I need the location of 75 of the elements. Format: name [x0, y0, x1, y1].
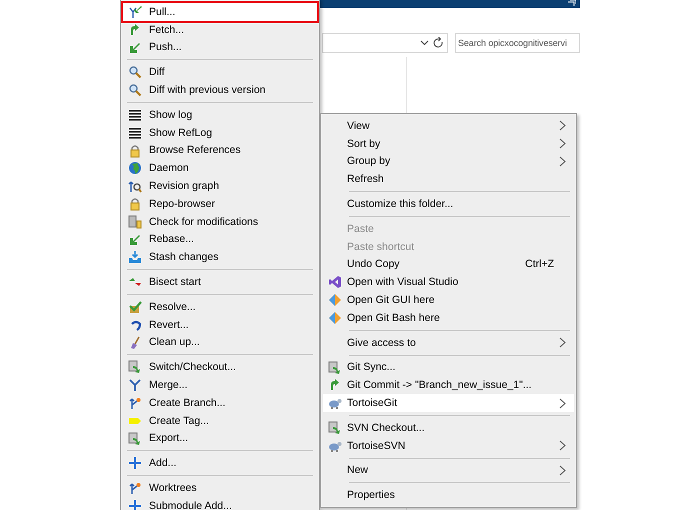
menu-item[interactable]: View — [323, 117, 574, 135]
menu-item[interactable]: Check for modifications — [123, 212, 317, 231]
menu-item[interactable]: Bisect start — [123, 273, 317, 291]
arrow-icon — [128, 232, 142, 247]
menu-item[interactable]: Give access to — [323, 334, 574, 352]
address-field[interactable] — [322, 33, 448, 53]
menu-item[interactable]: Worktrees — [123, 479, 317, 497]
menu-item[interactable]: Revision graph — [123, 177, 317, 195]
checkmark-icon — [128, 300, 142, 314]
lock-icon — [128, 196, 142, 211]
magnifier-icon — [128, 83, 142, 98]
menu-item[interactable]: Fetch... — [123, 20, 317, 39]
menu-item[interactable]: Show RefLog — [123, 124, 317, 142]
menu-item[interactable]: Pull... — [123, 3, 317, 21]
list-icon — [128, 108, 142, 122]
menu-item[interactable]: Create Branch... — [123, 394, 317, 412]
broom-icon — [128, 336, 142, 350]
menu-item[interactable]: Open Git GUI here — [323, 291, 574, 309]
menu-item[interactable]: Customize this folder... — [323, 195, 574, 213]
restore-icon[interactable] — [567, 0, 576, 6]
menu-item[interactable]: Diff with previous version — [123, 81, 317, 99]
plus-icon — [128, 498, 142, 510]
menu-item[interactable]: Resolve... — [123, 298, 317, 316]
chevron-down-icon[interactable] — [420, 40, 429, 46]
menu-item[interactable]: Show log — [123, 106, 317, 124]
diamond-icon — [328, 310, 342, 325]
menu-item[interactable]: Switch/Checkout... — [123, 358, 317, 376]
document-arrow-icon — [328, 360, 342, 375]
menu-item[interactable]: Open Git Bash here — [323, 308, 574, 327]
menu-item[interactable]: Git Commit -> "Branch_new_issue_1"... — [323, 376, 574, 394]
menu-item[interactable]: Revert... — [123, 316, 317, 334]
menu-item[interactable]: TortoiseGit — [323, 394, 574, 412]
list-icon — [128, 126, 142, 140]
menu-item[interactable]: Git Sync... — [323, 358, 574, 376]
menu-item[interactable]: Sort by — [323, 134, 574, 153]
menu-item[interactable]: Stash changes — [123, 248, 317, 266]
refresh-icon[interactable] — [433, 37, 444, 49]
magnifier-icon — [128, 65, 142, 80]
menu-item[interactable]: Open with Visual Studio — [323, 273, 574, 292]
menu-item[interactable]: Push... — [123, 38, 317, 56]
menu-item[interactable]: New — [323, 462, 574, 480]
menu-item[interactable]: Diff — [123, 63, 317, 82]
arrow-icon — [128, 5, 142, 19]
menu-item[interactable]: Repo-browser — [123, 194, 317, 213]
menu-item[interactable]: Refresh — [323, 170, 574, 188]
visual-studio-icon — [328, 275, 342, 290]
arrow-icon — [128, 40, 142, 55]
menu-item[interactable]: Browse References — [123, 142, 317, 160]
menu-item[interactable]: Group by — [323, 152, 574, 170]
merge-icon — [128, 378, 142, 392]
menu-item[interactable]: Properties — [323, 486, 574, 504]
menu-item[interactable]: Merge... — [123, 376, 317, 394]
menu-item[interactable]: Add... — [123, 454, 317, 472]
document-arrow-icon — [128, 360, 142, 374]
tray-icon — [128, 250, 142, 264]
branch-icon — [128, 481, 142, 496]
diamond-icon — [328, 293, 342, 308]
document-arrow-icon — [328, 420, 342, 435]
document-arrow-icon — [128, 432, 142, 446]
globe-icon — [128, 161, 142, 176]
branch-icon — [128, 396, 142, 410]
graph-icon — [128, 179, 142, 194]
lock-icon — [128, 144, 142, 158]
menu-item[interactable]: TortoiseSVN — [323, 436, 574, 455]
plus-icon — [128, 456, 142, 470]
menu-item[interactable]: Export... — [123, 430, 317, 448]
document-icon — [128, 214, 142, 229]
menu-item[interactable]: Clean up... — [123, 334, 317, 352]
menu-item[interactable]: Create Tag... — [123, 412, 317, 430]
menu-item[interactable]: Rebase... — [123, 230, 317, 248]
search-field[interactable]: Search opicxocognitiveservi — [455, 33, 580, 53]
menu-item[interactable]: Submodule Add... — [123, 496, 317, 510]
menu-item[interactable]: Undo Copy Ctrl+Z — [323, 256, 574, 274]
menu-item[interactable]: SVN Checkout... — [323, 418, 574, 437]
menu-item[interactable]: Daemon — [123, 159, 317, 178]
